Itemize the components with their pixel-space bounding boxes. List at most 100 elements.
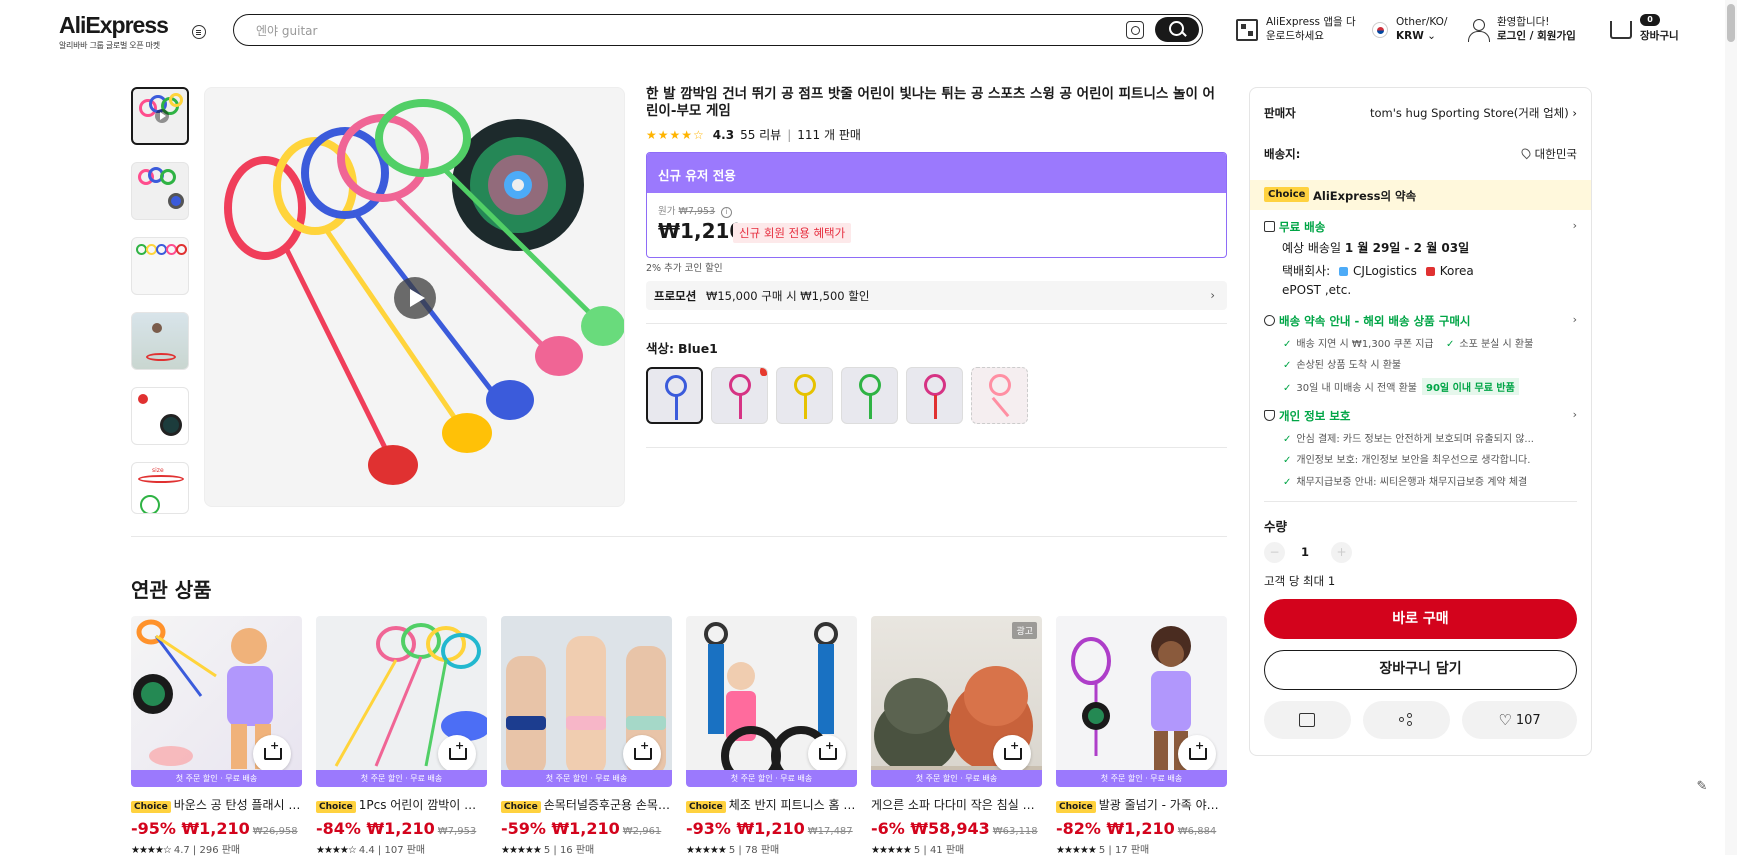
quantity-value[interactable]: 1 (1301, 545, 1309, 559)
product-card-image[interactable]: 광고 첫 주문 할인 · 무료 배송 (871, 616, 1042, 787)
rating-value: 4.3 (712, 127, 735, 142)
product-card-title[interactable]: Choice발광 줄넘기 - 가족 야외 스포츠 (1056, 796, 1227, 813)
product-card-title[interactable]: Choice체조 반지 피트니스 홈 트레이닝 (686, 796, 857, 813)
quantity-decrease-button[interactable]: − (1264, 542, 1285, 563)
seller-link[interactable]: tom's hug Sporting Store(거래 업체) › (1370, 105, 1577, 121)
thumbnail-4[interactable] (131, 312, 189, 370)
swatch-5[interactable] (906, 367, 963, 424)
region-currency-selector[interactable]: Other/KO/ KRW ⌄ (1396, 15, 1447, 43)
product-card-name[interactable]: 바운스 공 탄성 플래시 스포츠 공 (174, 798, 302, 812)
add-to-cart-icon[interactable] (623, 735, 661, 773)
free-shipping-title[interactable]: 무료 배송 (1264, 219, 1325, 235)
chevron-right-icon[interactable]: › (1573, 313, 1577, 326)
delivery-guarantee-title[interactable]: 배송 약속 안내 - 해외 배송 상품 구매시 (1264, 313, 1471, 329)
chevron-right-icon[interactable]: › (1573, 408, 1577, 421)
product-card[interactable]: 첫 주문 할인 · 무료 배송 Choice1Pcs 어린이 깜박이 점프 공 … (316, 616, 487, 856)
add-to-cart-button[interactable]: 장바구니 담기 (1264, 650, 1577, 690)
price: ₩58,943 (910, 819, 990, 838)
chevron-right-icon[interactable]: › (1573, 219, 1577, 232)
thumbnail-6[interactable]: size (131, 462, 189, 514)
product-card[interactable]: 첫 주문 할인 · 무료 배송 Choice발광 줄넘기 - 가족 야외 스포츠… (1056, 616, 1227, 856)
promotion-label: 프로모션 (654, 289, 697, 303)
rating-value: 5 (728, 845, 736, 856)
discount-pct: -84% (316, 819, 361, 838)
quantity-increase-button[interactable]: + (1331, 542, 1352, 563)
search-input[interactable]: 엔야 guitar (256, 22, 317, 39)
image-search-icon[interactable] (1126, 21, 1144, 39)
logo-text[interactable]: AliExpress (59, 12, 169, 39)
card-stars: ★★★★★ (686, 845, 727, 856)
swatch-3[interactable] (776, 367, 833, 424)
thumbnail-5[interactable] (131, 387, 189, 445)
shield-icon (1264, 410, 1275, 421)
product-card[interactable]: 첫 주문 할인 · 무료 배송 Choice체조 반지 피트니스 홈 트레이닝 … (686, 616, 857, 856)
product-card-image[interactable]: 첫 주문 할인 · 무료 배송 (686, 616, 857, 787)
add-to-cart-icon[interactable] (438, 735, 476, 773)
korea-post-logo-icon (1425, 267, 1435, 276)
store-button[interactable] (1264, 701, 1351, 739)
thumbnail-3[interactable] (131, 237, 189, 295)
product-card-image[interactable]: 첫 주문 할인 · 무료 배송 (501, 616, 672, 787)
wishlist-button[interactable]: ♡ 107 (1462, 701, 1577, 739)
cart-icon[interactable] (1610, 21, 1632, 39)
product-card-name[interactable]: 발광 줄넘기 - 가족 야외 스포츠 (1099, 798, 1227, 812)
promotion-row[interactable]: 프로모션 ₩15,000 구매 시 ₩1,500 할인 › (646, 281, 1227, 310)
thumbnail-2[interactable] (131, 162, 189, 220)
product-card-name[interactable]: 체조 반지 피트니스 홈 트레이닝 (729, 798, 857, 812)
seller-name[interactable]: tom's hug Sporting Store(거래 업체) (1370, 106, 1569, 120)
product-card-title[interactable]: 게으른 소파 다다미 작은 침실 의자 (871, 796, 1042, 813)
swatch-4[interactable] (841, 367, 898, 424)
product-card[interactable]: 광고 첫 주문 할인 · 무료 배송 게으른 소파 다다미 작은 침실 의자 -… (871, 616, 1042, 856)
privacy-title-text: 개인 정보 보호 (1279, 409, 1351, 423)
product-card-title[interactable]: Choice바운스 공 탄성 플래시 스포츠 공 (131, 796, 302, 813)
product-card-title[interactable]: Choice손목터널증후군용 손목 보호대 (501, 796, 672, 813)
product-card-name[interactable]: 1Pcs 어린이 깜박이 점프 공 (359, 798, 487, 812)
product-card-title[interactable]: Choice 1Pcs 어린이 깜박이 점프 공 (316, 796, 487, 813)
rating-row: ★★★★☆ 4.3 55 리뷰 | 111 개 판매 (646, 126, 861, 143)
original-price: ₩7,953 (678, 206, 716, 217)
add-to-cart-icon[interactable] (808, 735, 846, 773)
color-swatches (646, 367, 1036, 424)
play-video-button[interactable] (394, 277, 436, 319)
cart-count-badge: 0 (1640, 14, 1660, 26)
share-button[interactable] (1363, 701, 1450, 739)
rating-value: 4.4 (358, 845, 375, 856)
thumbnail-video[interactable] (131, 87, 189, 145)
currency-label: KRW (1396, 30, 1424, 42)
edit-icon[interactable]: ✎ (1690, 775, 1714, 799)
menu-icon[interactable] (192, 25, 206, 39)
user-icon[interactable] (1468, 19, 1490, 42)
search-bar[interactable]: 엔야 guitar (233, 14, 1203, 46)
info-icon[interactable]: i (721, 207, 733, 218)
qr-code-icon[interactable] (1236, 19, 1258, 41)
product-card-name[interactable]: 게으른 소파 다다미 작은 침실 의자 (871, 798, 1042, 812)
product-card-image[interactable]: 첫 주문 할인 · 무료 배송 (1056, 616, 1227, 787)
product-card-image[interactable]: 첫 주문 할인 · 무료 배송 (131, 616, 302, 787)
search-button[interactable] (1155, 17, 1199, 42)
product-card[interactable]: 첫 주문 할인 · 무료 배송 Choice바운스 공 탄성 플래시 스포츠 공… (131, 616, 302, 856)
download-app-link[interactable]: AliExpress 앱을 다 운로드하세요 (1266, 15, 1356, 43)
product-card-image[interactable]: 첫 주문 할인 · 무료 배송 (316, 616, 487, 787)
chevron-right-icon: › (1572, 106, 1577, 120)
main-product-image[interactable] (204, 87, 625, 507)
review-count-link[interactable]: 55 리뷰 (740, 126, 781, 143)
page-scrollbar[interactable] (1725, 0, 1737, 855)
discount-pct: -59% (501, 819, 546, 838)
swatch-6[interactable] (971, 367, 1028, 424)
add-to-cart-icon[interactable] (1178, 735, 1216, 773)
login-signup-link[interactable]: 로그인 / 회원가입 (1497, 30, 1576, 42)
product-card[interactable]: 첫 주문 할인 · 무료 배송 Choice손목터널증후군용 손목 보호대 -5… (501, 616, 672, 856)
swatch-blue1[interactable] (646, 367, 703, 424)
buy-now-button[interactable]: 바로 구매 (1264, 599, 1577, 639)
swatch-2[interactable] (711, 367, 768, 424)
product-card-name[interactable]: 손목터널증후군용 손목 보호대 (544, 798, 672, 812)
add-to-cart-icon[interactable] (253, 735, 291, 773)
aliexpress-logo[interactable]: AliExpress 알리바바 그룹 글로벌 오픈 마켓 (59, 12, 169, 51)
ship-to-selector[interactable]: 대한민국 (1519, 146, 1577, 162)
card-stars: ★★★★★ (871, 845, 912, 856)
scrollbar-thumb[interactable] (1727, 4, 1735, 42)
account-link[interactable]: 환영합니다! 로그인 / 회원가입 (1497, 15, 1576, 43)
cart-link[interactable]: 장바구니 (1640, 29, 1679, 43)
add-to-cart-icon[interactable] (993, 735, 1031, 773)
privacy-title[interactable]: 개인 정보 보호 (1264, 408, 1351, 424)
